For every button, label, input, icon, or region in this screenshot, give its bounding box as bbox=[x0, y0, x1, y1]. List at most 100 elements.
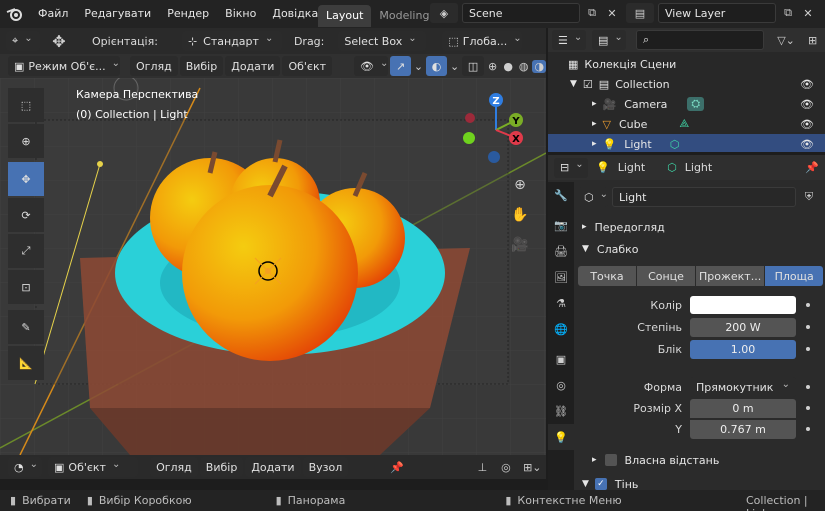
footer-mode-dropdown[interactable]: ▣ Об'єкт bbox=[48, 457, 139, 477]
output-tab-icon[interactable]: 🖨 bbox=[548, 238, 574, 264]
menu-select[interactable]: Вибір bbox=[179, 56, 224, 76]
section-light[interactable]: ▼ Слабко bbox=[578, 238, 822, 260]
drag-dropdown[interactable]: Select Box bbox=[338, 31, 427, 51]
custom-distance-checkbox[interactable] bbox=[604, 454, 617, 466]
outliner-row-collection[interactable]: ▼ ☑ ▤ Collection 👁 bbox=[548, 74, 825, 94]
material-shading-icon[interactable]: ◍ bbox=[517, 60, 531, 73]
view-layer-icon[interactable]: ▤ bbox=[626, 3, 654, 23]
blender-logo-icon[interactable] bbox=[0, 0, 30, 28]
new-scene-icon[interactable]: ⧉ bbox=[582, 3, 602, 23]
gizmo-toggle[interactable]: ↗ bbox=[390, 56, 412, 76]
footer-menu-view[interactable]: Огляд bbox=[150, 457, 198, 477]
expand-icon[interactable]: ▸ bbox=[592, 119, 597, 129]
new-view-layer-icon[interactable]: ⧉ bbox=[778, 3, 798, 23]
size-x-field[interactable]: 0 m bbox=[690, 398, 796, 418]
new-collection-icon[interactable]: ⊞ bbox=[804, 34, 821, 47]
outliner-search-input[interactable]: ⌕ bbox=[636, 30, 764, 50]
scene-field[interactable]: Scene bbox=[462, 3, 580, 23]
light-type-spot[interactable]: Прожект... bbox=[696, 266, 765, 286]
annotate-tool[interactable]: ✎ bbox=[8, 310, 44, 344]
solid-shading-icon[interactable]: ● bbox=[501, 60, 515, 73]
cursor-tool[interactable]: ⊕ bbox=[8, 124, 44, 158]
animate-dot-icon[interactable] bbox=[806, 303, 810, 307]
world-tab-icon[interactable]: 🌐 bbox=[548, 316, 574, 342]
physics-tab-icon[interactable]: ◎ bbox=[548, 372, 574, 398]
expand-icon[interactable]: ▸ bbox=[592, 99, 597, 109]
footer-editor-type[interactable]: ◔ bbox=[8, 457, 42, 477]
move-tool[interactable]: ✥ bbox=[8, 162, 44, 196]
snap-options-icon[interactable]: ⊞⌄ bbox=[519, 461, 546, 474]
light-type-sun[interactable]: Сонце bbox=[637, 266, 695, 286]
rotate-tool[interactable]: ⟳ bbox=[8, 198, 44, 232]
animate-dot-icon[interactable] bbox=[806, 406, 810, 410]
light-type-area[interactable]: Площа bbox=[765, 266, 824, 286]
shape-dropdown[interactable]: Прямокутник bbox=[690, 377, 796, 397]
camera-view-icon[interactable]: 🎥 bbox=[508, 233, 532, 257]
constraints-tab-icon[interactable]: ⛓ bbox=[548, 398, 574, 424]
size-y-field[interactable]: 0.767 m bbox=[690, 419, 796, 439]
menu-object[interactable]: Об'єкт bbox=[282, 56, 333, 76]
section-custom-distance[interactable]: ▸ Власна відстань bbox=[578, 449, 822, 471]
mode-dropdown[interactable]: ▣ Режим Об'є... bbox=[8, 56, 120, 76]
object-tab-icon[interactable]: ▣ bbox=[548, 346, 574, 372]
move-tool-icon[interactable]: ✥ bbox=[46, 31, 72, 51]
expand-icon[interactable]: ▸ bbox=[592, 139, 597, 149]
color-swatch[interactable] bbox=[690, 296, 796, 314]
scene-icon[interactable]: ◈ bbox=[430, 3, 458, 23]
transform-orientation-dropdown[interactable]: ⬚ Глоба... bbox=[442, 31, 523, 51]
view-layer-tab-icon[interactable]: 🖼 bbox=[548, 264, 574, 290]
outliner-row-cube[interactable]: ▸ ▽ Cube ⟁ 👁 bbox=[548, 114, 825, 134]
outliner-row-light[interactable]: ▸ 💡 Light ⬡ 👁 bbox=[548, 134, 825, 154]
animate-dot-icon[interactable] bbox=[806, 385, 810, 389]
gizmo-dropdown-icon[interactable]: ⌄ bbox=[413, 60, 424, 73]
tool-tab-icon[interactable]: 🔧 bbox=[548, 182, 574, 208]
remove-view-layer-icon[interactable]: ✕ bbox=[798, 3, 818, 23]
pin-icon[interactable]: 📌 bbox=[386, 461, 407, 474]
display-mode-dropdown[interactable]: ▤ bbox=[592, 30, 626, 50]
menu-window[interactable]: Вікно bbox=[217, 0, 264, 28]
rendered-shading-icon[interactable]: ◑ bbox=[532, 59, 547, 73]
datablock-name-field[interactable]: Light bbox=[612, 187, 796, 207]
render-tab-icon[interactable]: 📷 bbox=[548, 212, 574, 238]
visibility-dropdown[interactable]: 👁 bbox=[354, 56, 389, 76]
snap-icon[interactable]: ⊥ bbox=[472, 461, 493, 474]
light-data-icon[interactable]: ⬡ bbox=[670, 138, 680, 151]
menu-render[interactable]: Рендер bbox=[159, 0, 217, 28]
animate-dot-icon[interactable] bbox=[806, 427, 810, 431]
pin-icon[interactable]: 📌 bbox=[805, 161, 819, 174]
eye-icon[interactable]: 👁 bbox=[800, 138, 814, 151]
proportional-icon[interactable]: ◎ bbox=[495, 461, 516, 474]
footer-menu-add[interactable]: Додати bbox=[245, 457, 301, 477]
menu-file[interactable]: Файл bbox=[30, 0, 76, 28]
overlay-dropdown-icon[interactable]: ⌄ bbox=[449, 60, 460, 73]
editor-type-button[interactable]: ⌖ bbox=[6, 31, 40, 51]
transform-tool[interactable]: ⊡ bbox=[8, 270, 44, 304]
overlay-toggle[interactable]: ◐ bbox=[425, 56, 448, 76]
view-layer-field[interactable]: View Layer bbox=[658, 3, 776, 23]
zoom-icon[interactable]: ⊕ bbox=[508, 173, 532, 197]
menu-help[interactable]: Довідка bbox=[264, 0, 326, 28]
filter-icon[interactable]: ▽⌄ bbox=[774, 34, 798, 47]
section-shadow[interactable]: ▼ ✓ Тінь bbox=[578, 473, 822, 495]
expand-icon[interactable]: ▼ bbox=[570, 79, 577, 89]
data-tab-icon[interactable]: 💡 bbox=[548, 424, 574, 450]
outliner-row-camera[interactable]: ▸ 🎥 Camera ⛭ 👁 bbox=[548, 94, 825, 114]
datablock-browse[interactable]: ⬡ bbox=[578, 187, 608, 207]
wireframe-shading-icon[interactable]: ⊕ bbox=[486, 60, 500, 73]
outliner-editor-type[interactable]: ☰ bbox=[552, 30, 586, 50]
checkbox-icon[interactable]: ☑ bbox=[583, 78, 593, 91]
tab-modeling[interactable]: Modeling bbox=[371, 5, 431, 27]
orientation-dropdown[interactable]: ⊹ Стандарт bbox=[181, 31, 282, 51]
xray-toggle[interactable]: ◫ bbox=[461, 56, 484, 76]
specular-slider[interactable]: 1.00 bbox=[690, 339, 796, 359]
light-object[interactable] bbox=[254, 257, 282, 285]
scale-tool[interactable]: ⤢ bbox=[8, 234, 44, 268]
outliner-row-scene-collection[interactable]: ▦ Колекція Сцени bbox=[548, 54, 825, 74]
section-preview[interactable]: ▸ Передогляд bbox=[578, 216, 822, 238]
menu-add[interactable]: Додати bbox=[225, 56, 281, 76]
eye-icon[interactable]: 👁 bbox=[800, 118, 814, 131]
tab-layout[interactable]: Layout bbox=[318, 5, 372, 27]
pan-hand-icon[interactable]: ✋ bbox=[508, 203, 532, 227]
select-box-tool[interactable]: ⬚ bbox=[8, 88, 44, 122]
menu-view[interactable]: Огляд bbox=[130, 56, 178, 76]
